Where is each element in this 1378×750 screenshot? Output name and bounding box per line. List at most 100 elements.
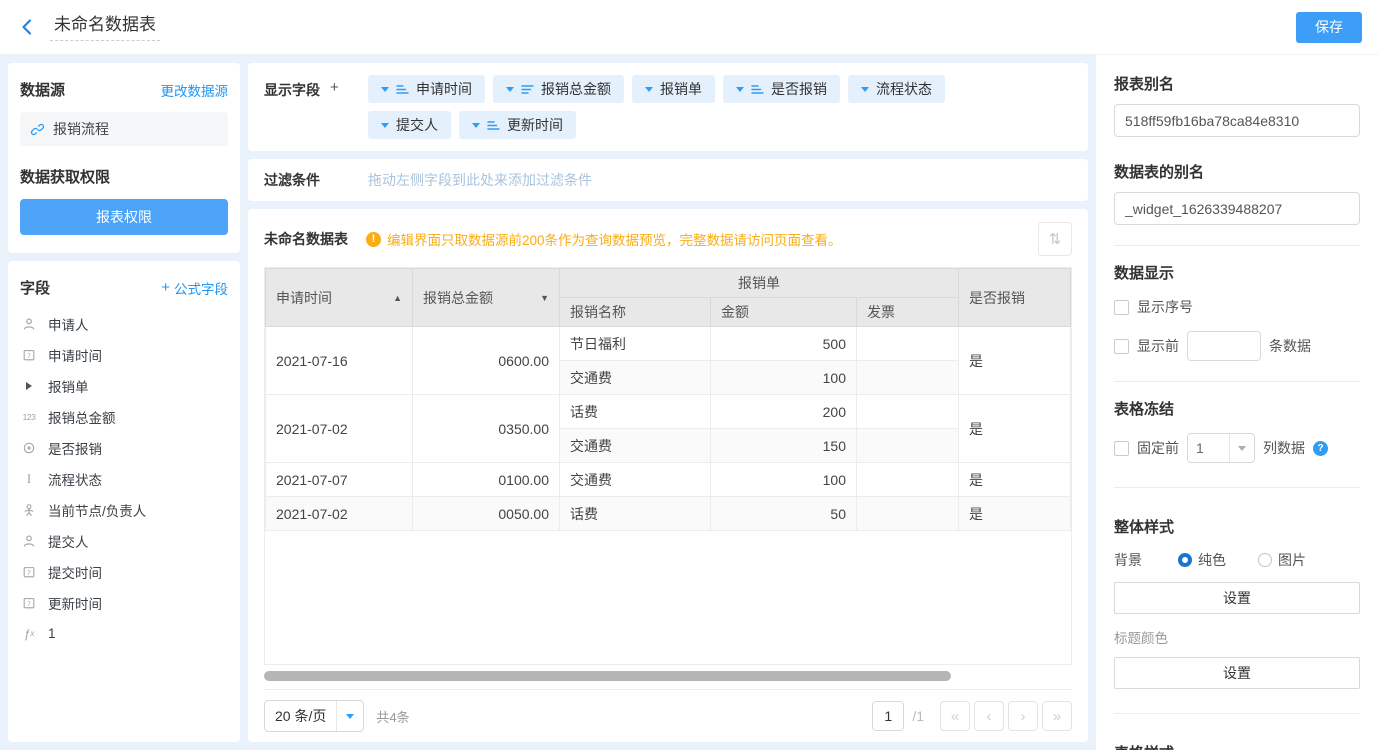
row-order-button[interactable]: ⇅ [1038,222,1072,256]
chevron-down-icon[interactable] [472,123,480,128]
change-datasource-link[interactable]: 更改数据源 [161,80,229,100]
field-label: 1 [48,626,56,641]
field-item-formula-1[interactable]: ƒx 1 [20,618,228,649]
help-icon[interactable]: ? [1313,441,1328,456]
column-group-reimbursement-form[interactable]: 报销单 [560,269,959,298]
data-grid: 申请时间▲ 报销总金额▼ 报销单 是否报销 报销名称 [264,267,1072,665]
table-alias-input[interactable] [1114,192,1360,225]
datasource-item[interactable]: 报销流程 [20,112,228,146]
field-item-process-status[interactable]: I 流程状态 [20,463,228,494]
sort-asc-icon[interactable]: ▲ [393,293,402,303]
display-fields-label: 显示字段 [264,80,320,139]
next-page-button[interactable]: › [1008,701,1038,731]
column-header-invoice[interactable]: 发票 [857,298,959,327]
radio-field-icon [20,441,38,455]
tag-is-reimbursed[interactable]: 是否报销 [723,75,840,103]
cell-total: 0350.00 [413,395,560,463]
report-permission-button[interactable]: 报表权限 [20,199,228,235]
tag-label: 是否报销 [771,79,827,99]
field-label: 报销总金额 [48,407,116,427]
total-count: 共4条 [376,707,409,726]
tag-label: 流程状态 [876,79,932,99]
chevron-down-icon[interactable] [861,87,869,92]
field-item-submitter[interactable]: 提交人 [20,525,228,556]
page-size-value: 20 条/页 [265,706,336,726]
tag-label: 更新时间 [507,115,563,135]
tag-apply-time[interactable]: 申请时间 [368,75,485,103]
freeze-count-select[interactable]: 1 [1187,433,1255,463]
double-chevron-left-icon: « [951,708,959,725]
back-button[interactable] [16,16,38,38]
column-header-total[interactable]: 报销总金额▼ [413,269,560,327]
table-row[interactable]: 2021-07-16 0600.00 节日福利 500 是 [266,327,1071,361]
cell-invoice [857,327,959,361]
sort-desc-icon[interactable]: ▼ [540,293,549,303]
cell-item-name: 话费 [560,497,711,531]
settings-panel: 报表别名 数据表的别名 数据显示 显示序号 显示前 条数据 表格冻结 固定前 [1096,55,1378,750]
field-item-reimbursement-form[interactable]: 报销单 [20,370,228,401]
bg-solid-option[interactable]: 纯色 [1178,550,1226,570]
tag-total-amount[interactable]: 报销总金额 [493,75,624,103]
column-header-is-reimbursed[interactable]: 是否报销 [959,269,1071,327]
cell-total: 0600.00 [413,327,560,395]
expand-caret-icon [20,382,38,390]
column-header-item-name[interactable]: 报销名称 [560,298,711,327]
page-title[interactable]: 未命名数据表 [50,14,160,41]
chevron-down-icon[interactable] [736,87,744,92]
chevron-down-icon[interactable] [381,87,389,92]
field-item-apply-time[interactable]: 7 申请时间 [20,339,228,370]
table-row[interactable]: 2021-07-02 0350.00 话费 200 是 [266,395,1071,429]
chevron-down-icon[interactable] [506,87,514,92]
table-row[interactable]: 2021-07-02 0050.00 话费 50 是 [266,497,1071,531]
column-header-amount[interactable]: 金额 [711,298,857,327]
page-number-input[interactable]: 1 [872,701,904,731]
tag-update-time[interactable]: 更新时间 [459,111,576,139]
add-formula-field-link[interactable]: + 公式字段 [161,278,228,298]
column-header-apply-time[interactable]: 申请时间▲ [266,269,413,327]
chevron-down-icon [346,714,354,719]
scrollbar-thumb[interactable] [264,671,951,681]
tag-reimbursement-form[interactable]: 报销单 [632,75,715,103]
tag-process-status[interactable]: 流程状态 [848,75,945,103]
cell-invoice [857,361,959,395]
divider [1114,487,1360,488]
field-item-applicant[interactable]: 申请人 [20,308,228,339]
calendar-icon: 7 [20,596,38,610]
first-page-button[interactable]: « [940,701,970,731]
page-size-select[interactable]: 20 条/页 [264,700,364,732]
field-item-current-node[interactable]: 当前节点/负责人 [20,494,228,525]
show-index-checkbox[interactable] [1114,300,1129,315]
save-button[interactable]: 保存 [1296,12,1362,43]
chevron-down-icon[interactable] [381,123,389,128]
cell-invoice [857,429,959,463]
cell-invoice [857,463,959,497]
chevron-down-icon [1238,446,1246,451]
title-color-set-button[interactable]: 设置 [1114,657,1360,689]
chevron-down-icon[interactable] [645,87,653,92]
field-item-update-time[interactable]: 7 更新时间 [20,587,228,618]
horizontal-scrollbar[interactable] [264,671,1072,681]
background-set-button[interactable]: 设置 [1114,582,1360,614]
field-item-submit-time[interactable]: 7 提交时间 [20,556,228,587]
show-first-count-input[interactable] [1187,331,1261,361]
radio-selected-icon[interactable] [1178,553,1192,567]
freeze-checkbox[interactable] [1114,441,1129,456]
datasource-title: 数据源 [20,79,65,100]
field-label: 更新时间 [48,593,102,613]
report-editor-app: 未命名数据表 保存 数据源 更改数据源 报销流程 [0,0,1378,750]
field-item-total-amount[interactable]: 123 报销总金额 [20,401,228,432]
table-row[interactable]: 2021-07-07 0100.00 交通费 100 是 [266,463,1071,497]
top-bar: 未命名数据表 保存 [0,0,1378,55]
assignee-icon [20,503,38,517]
radio-unselected-icon[interactable] [1258,553,1272,567]
show-first-checkbox[interactable] [1114,339,1129,354]
report-alias-input[interactable] [1114,104,1360,137]
tag-submitter[interactable]: 提交人 [368,111,451,139]
last-page-button[interactable]: » [1042,701,1072,731]
bg-image-option[interactable]: 图片 [1258,550,1306,570]
filter-dropzone[interactable]: 拖动左侧字段到此处来添加过滤条件 [368,170,592,190]
show-first-label: 显示前 [1137,336,1179,356]
add-display-field-button[interactable]: + [330,80,339,139]
field-item-is-reimbursed[interactable]: 是否报销 [20,432,228,463]
prev-page-button[interactable]: ‹ [974,701,1004,731]
